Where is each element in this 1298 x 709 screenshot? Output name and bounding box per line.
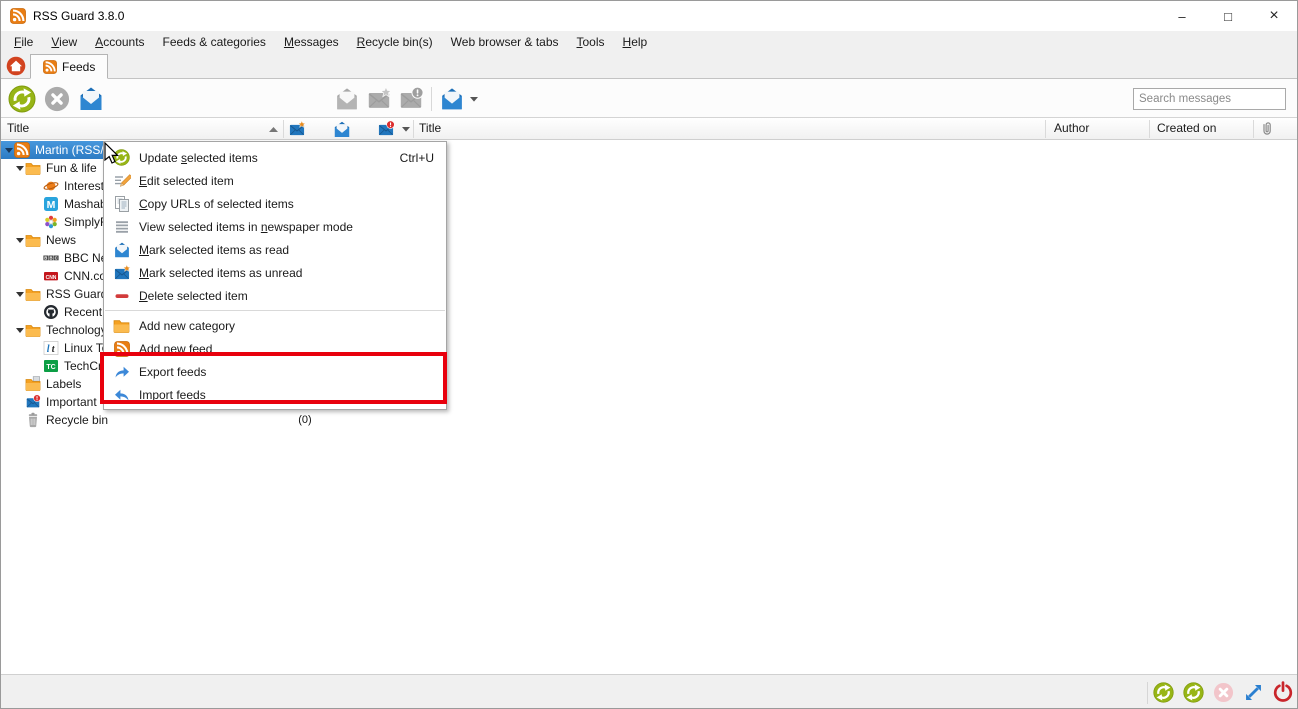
menu-web-browser-tabs[interactable]: Web browser & tabs — [442, 32, 568, 52]
menu-delete-selected-item[interactable]: Delete selected item — [104, 284, 446, 307]
mark-all-read-button[interactable] — [439, 86, 465, 112]
menu-feeds-categories[interactable]: Feeds & categories — [154, 32, 275, 52]
github-icon — [43, 304, 59, 320]
importance-column-icon[interactable] — [287, 120, 307, 138]
app-window: RSS Guard 3.8.0 – □ × File View Accounts… — [0, 0, 1298, 709]
stop-update-disabled-button — [1213, 682, 1234, 703]
minimize-button[interactable]: – — [1159, 1, 1205, 31]
envelope-open-icon — [112, 241, 131, 259]
expander-icon[interactable] — [14, 328, 25, 333]
home-icon — [6, 56, 26, 76]
menu-bar: File View Accounts Feeds & categories Me… — [1, 31, 1297, 53]
annotation-highlight-box — [100, 352, 447, 404]
statusbar-separator — [1147, 682, 1148, 704]
column-header-row: Title Title Author Created on — [1, 118, 1297, 140]
header-separator — [1149, 120, 1150, 138]
menu-file[interactable]: File — [5, 32, 42, 52]
copy-icon — [112, 195, 131, 213]
trash-icon — [25, 412, 41, 428]
rss-icon — [43, 60, 57, 74]
important-envelope-icon — [25, 394, 41, 410]
folder-icon — [25, 286, 41, 302]
cnn-icon — [43, 268, 59, 284]
stop-update-button[interactable] — [44, 86, 70, 112]
menu-recycle-bins[interactable]: Recycle bin(s) — [348, 32, 442, 52]
menu-mark-unread[interactable]: Mark selected items as unread — [104, 261, 446, 284]
message-author-header[interactable]: Author — [1054, 121, 1089, 135]
expander-icon[interactable] — [3, 148, 14, 153]
update-selected-feeds-button[interactable] — [1183, 682, 1204, 703]
rss-icon — [14, 142, 30, 158]
window-title: RSS Guard 3.8.0 — [33, 9, 124, 23]
column-menu-caret-icon[interactable] — [402, 127, 410, 132]
menu-help[interactable]: Help — [614, 32, 657, 52]
folder-icon — [25, 232, 41, 248]
menu-add-new-category[interactable]: Add new category — [104, 314, 446, 337]
feed-list-title-header[interactable]: Title — [7, 121, 29, 135]
newspaper-list-icon — [112, 218, 131, 236]
tree-item-recycle-bin[interactable]: Recycle bin (0) — [1, 411, 327, 429]
labels-folder-icon — [25, 376, 41, 392]
message-created-header[interactable]: Created on — [1157, 121, 1216, 135]
header-separator — [1045, 120, 1046, 138]
flower-icon — [43, 214, 59, 230]
techcrunch-icon — [43, 358, 59, 374]
delete-dash-icon — [112, 287, 131, 305]
deleted-column-icon[interactable] — [376, 120, 396, 138]
update-all-feeds-button[interactable] — [1153, 682, 1174, 703]
mark-read-button[interactable] — [77, 85, 105, 113]
expander-icon[interactable] — [14, 238, 25, 243]
close-button[interactable]: × — [1251, 1, 1297, 31]
chevron-down-icon[interactable] — [470, 97, 478, 102]
toolbar-separator — [431, 87, 432, 111]
title-bar: RSS Guard 3.8.0 – □ × — [1, 1, 1297, 31]
shortcut-label: Ctrl+U — [380, 151, 434, 165]
fullscreen-toggle-button[interactable] — [1243, 682, 1264, 703]
header-separator — [413, 120, 414, 138]
envelope-star-icon — [112, 264, 131, 282]
unread-count: (0) — [289, 414, 321, 426]
mark-unread-disabled-button — [366, 86, 392, 112]
menu-separator — [105, 310, 445, 311]
maximize-button[interactable]: □ — [1205, 1, 1251, 31]
toolbar — [1, 79, 1297, 118]
header-separator — [283, 120, 284, 138]
menu-view-newspaper-mode[interactable]: View selected items in newspaper mode — [104, 215, 446, 238]
read-column-icon[interactable] — [331, 120, 353, 139]
tab-feeds-label: Feeds — [62, 60, 95, 74]
folder-icon — [25, 322, 41, 338]
quit-button[interactable] — [1272, 681, 1294, 703]
app-rss-icon — [10, 8, 26, 24]
sort-ascending-icon — [269, 127, 278, 132]
menu-update-selected-items[interactable]: Update selected items Ctrl+U — [104, 146, 446, 169]
linuxtoday-icon — [43, 340, 59, 356]
folder-icon — [112, 317, 131, 335]
edit-pencil-icon — [112, 172, 131, 190]
menu-messages[interactable]: Messages — [275, 32, 348, 52]
menu-accounts[interactable]: Accounts — [86, 32, 153, 52]
message-title-header[interactable]: Title — [419, 121, 441, 135]
tab-feeds[interactable]: Feeds — [30, 54, 108, 79]
expander-icon[interactable] — [14, 292, 25, 297]
status-bar — [1, 674, 1297, 708]
header-separator — [1253, 120, 1254, 138]
tab-home[interactable] — [1, 53, 30, 78]
menu-mark-read[interactable]: Mark selected items as read — [104, 238, 446, 261]
mashable-icon — [43, 196, 59, 212]
attachment-column-paperclip-icon[interactable] — [1259, 121, 1275, 137]
folder-icon — [25, 160, 41, 176]
menu-view[interactable]: View — [42, 32, 86, 52]
mark-important-disabled-button — [398, 86, 424, 112]
mouse-cursor — [104, 142, 121, 166]
menu-tools[interactable]: Tools — [568, 32, 614, 52]
expander-icon[interactable] — [14, 166, 25, 171]
planet-icon — [43, 178, 59, 194]
tab-bar: Feeds — [1, 53, 1297, 79]
search-input[interactable] — [1133, 88, 1286, 110]
bbc-icon — [43, 250, 59, 266]
menu-edit-selected-item[interactable]: Edit selected item — [104, 169, 446, 192]
mark-read-disabled-button — [334, 86, 360, 112]
update-selected-items-button[interactable] — [8, 85, 36, 113]
menu-copy-urls[interactable]: Copy URLs of selected items — [104, 192, 446, 215]
